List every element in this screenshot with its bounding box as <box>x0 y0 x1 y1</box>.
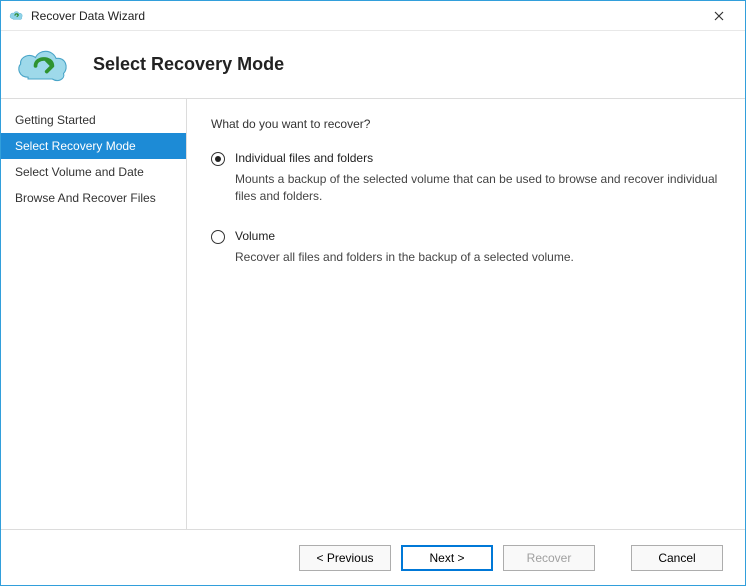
option-description: Recover all files and folders in the bac… <box>235 249 574 266</box>
recover-button: Recover <box>503 545 595 571</box>
wizard-steps-sidebar: Getting Started Select Recovery Mode Sel… <box>1 99 187 529</box>
option-volume[interactable]: Volume Recover all files and folders in … <box>211 229 721 266</box>
close-button[interactable] <box>699 2 739 30</box>
wizard-body: Getting Started Select Recovery Mode Sel… <box>1 99 745 529</box>
radio-individual-files[interactable] <box>211 152 225 166</box>
option-individual-files[interactable]: Individual files and folders Mounts a ba… <box>211 151 721 205</box>
cloud-recover-logo-icon <box>15 45 71 85</box>
titlebar: Recover Data Wizard <box>1 1 745 31</box>
sidebar-item-select-recovery-mode[interactable]: Select Recovery Mode <box>1 133 186 159</box>
wizard-content: What do you want to recover? Individual … <box>187 99 745 529</box>
option-label: Volume <box>235 229 574 243</box>
window-title: Recover Data Wizard <box>31 9 699 23</box>
page-title: Select Recovery Mode <box>93 54 284 75</box>
cloud-recover-icon <box>9 8 25 24</box>
next-button[interactable]: Next > <box>401 545 493 571</box>
previous-button[interactable]: < Previous <box>299 545 391 571</box>
content-prompt: What do you want to recover? <box>211 117 721 131</box>
option-description: Mounts a backup of the selected volume t… <box>235 171 721 205</box>
wizard-footer: < Previous Next > Recover Cancel <box>1 529 745 585</box>
wizard-header: Select Recovery Mode <box>1 31 745 99</box>
option-label: Individual files and folders <box>235 151 721 165</box>
radio-volume[interactable] <box>211 230 225 244</box>
cancel-button[interactable]: Cancel <box>631 545 723 571</box>
sidebar-item-getting-started[interactable]: Getting Started <box>1 107 186 133</box>
sidebar-item-select-volume-and-date[interactable]: Select Volume and Date <box>1 159 186 185</box>
sidebar-item-browse-and-recover-files[interactable]: Browse And Recover Files <box>1 185 186 211</box>
